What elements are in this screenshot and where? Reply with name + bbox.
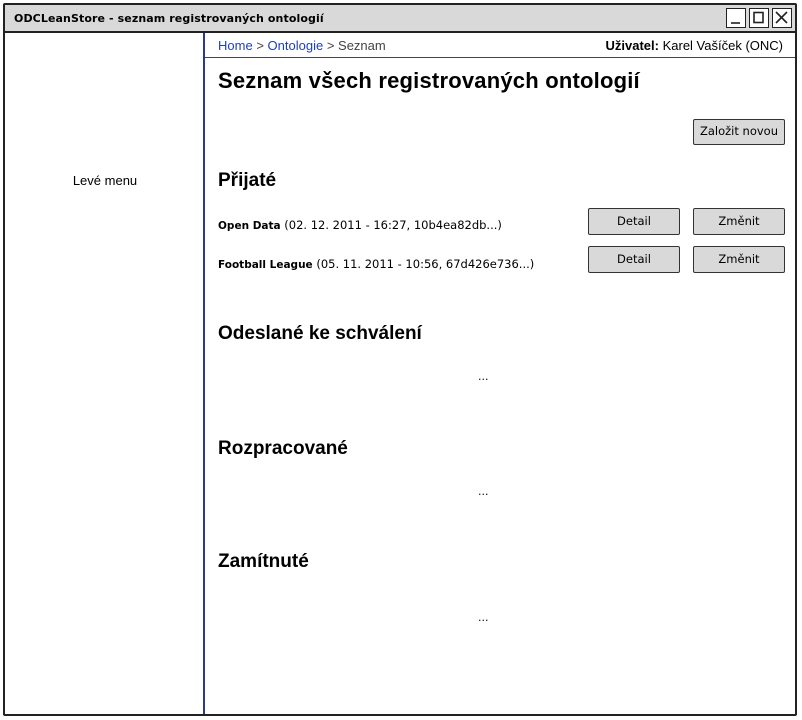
window-title: ODCLeanStore - seznam registrovaných ont… xyxy=(14,12,324,25)
user-name: Karel Vašíček (ONC) xyxy=(662,38,783,53)
change-button[interactable]: Změnit xyxy=(693,208,785,235)
maximize-icon xyxy=(753,11,764,24)
section-heading-in-progress: Rozpracované xyxy=(218,438,348,459)
close-icon xyxy=(775,11,788,24)
breadcrumb-separator: > xyxy=(326,38,335,53)
user-info: Uživatel: Karel Vašíček (ONC) xyxy=(606,38,784,53)
user-label: Uživatel: xyxy=(605,38,659,53)
section-heading-rejected: Zamítnuté xyxy=(218,551,309,572)
ontology-row: Open Data (02. 12. 2011 - 16:27, 10b4ea8… xyxy=(218,218,502,232)
detail-button[interactable]: Detail xyxy=(588,246,680,273)
breadcrumb-separator: > xyxy=(256,38,264,53)
left-menu: Levé menu xyxy=(5,33,205,714)
maximize-button[interactable] xyxy=(749,8,769,28)
section-heading-accepted: Přijaté xyxy=(218,170,277,191)
section-heading-submitted: Odeslané ke schválení xyxy=(218,323,422,344)
top-bar: Home > Ontologie > Seznam Uživatel: Kare… xyxy=(205,33,795,58)
section-placeholder: ... xyxy=(478,370,489,383)
section-placeholder: ... xyxy=(478,611,489,624)
ontology-details: (02. 12. 2011 - 16:27, 10b4ea82db...) xyxy=(284,218,502,232)
close-button[interactable] xyxy=(772,8,792,28)
page-title: Seznam všech registrovaných ontologií xyxy=(218,68,640,93)
app-window: ODCLeanStore - seznam registrovaných ont… xyxy=(3,3,797,716)
breadcrumb-ontologies-link[interactable]: Ontologie xyxy=(268,38,324,53)
ontology-details: (05. 11. 2011 - 10:56, 67d426e736...) xyxy=(316,257,535,271)
breadcrumb-current: Seznam xyxy=(338,38,386,53)
minimize-icon xyxy=(731,22,740,24)
detail-button[interactable]: Detail xyxy=(588,208,680,235)
ontology-name: Open Data xyxy=(218,220,281,232)
breadcrumb-home-link[interactable]: Home xyxy=(218,38,253,53)
create-new-button[interactable]: Založit novou xyxy=(693,119,785,145)
left-menu-label: Levé menu xyxy=(72,173,138,188)
change-button[interactable]: Změnit xyxy=(693,246,785,273)
ontology-name: Football League xyxy=(218,259,313,271)
section-placeholder: ... xyxy=(478,485,489,498)
ontology-row: Football League (05. 11. 2011 - 10:56, 6… xyxy=(218,257,534,271)
breadcrumb: Home > Ontologie > Seznam xyxy=(218,38,386,53)
title-bar: ODCLeanStore - seznam registrovaných ont… xyxy=(5,5,795,33)
minimize-button[interactable] xyxy=(726,8,746,28)
